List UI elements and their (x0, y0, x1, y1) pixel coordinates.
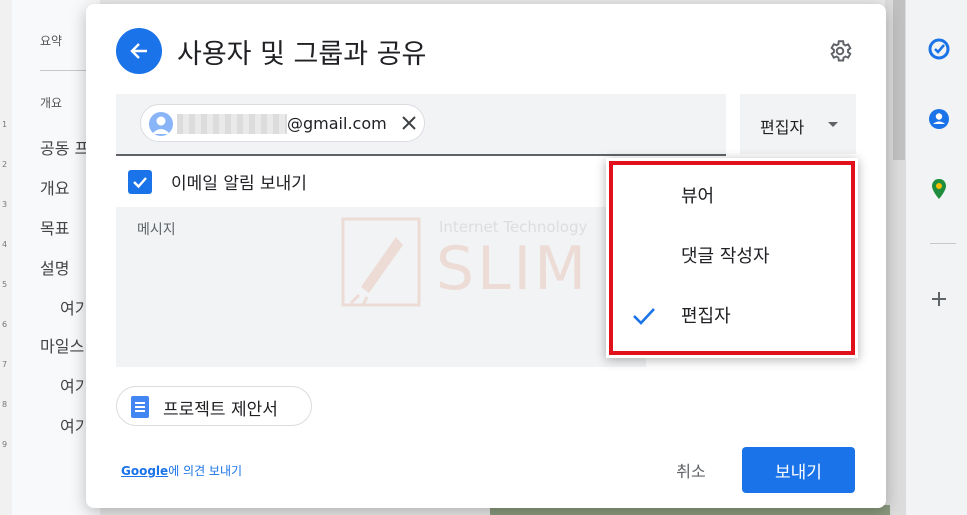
menu-item-editor[interactable]: 편집자 (609, 288, 855, 344)
recipient-chip[interactable]: @gmail.com (140, 104, 425, 142)
feedback-link[interactable]: Google에 의견 보내기 (121, 462, 242, 479)
maps-icon[interactable] (928, 178, 950, 200)
ruler-number: 7 (2, 360, 8, 369)
feedback-text: 에 의견 보내기 (168, 464, 243, 478)
menu-item-label: 편집자 (681, 306, 731, 327)
remove-recipient-button[interactable] (398, 112, 420, 134)
contacts-icon[interactable] (928, 108, 950, 130)
menu-item-commenter[interactable]: 댓글 작성자 (609, 228, 855, 284)
redacted-email-name (177, 114, 287, 134)
tasks-icon[interactable] (928, 38, 950, 60)
docs-icon (131, 396, 149, 418)
dialog-title: 사용자 및 그룹과 공유 (177, 39, 427, 70)
ruler-number: 4 (2, 240, 8, 249)
message-placeholder: 메시지 (137, 222, 176, 238)
side-panel-divider (930, 243, 956, 244)
outline-item[interactable]: 공동 프 (40, 135, 89, 159)
role-dropdown-value: 편집자 (760, 118, 805, 137)
ruler-number: 1 (2, 120, 8, 129)
send-button[interactable]: 보내기 (742, 447, 855, 493)
menu-item-label: 뷰어 (681, 186, 715, 207)
ruler-number: 3 (2, 200, 8, 209)
check-icon (133, 177, 147, 189)
outline-item[interactable]: 개요 (40, 94, 62, 111)
watermark-brand: SLIM (436, 234, 589, 304)
document-title: 프로젝트 제안서 (163, 400, 278, 420)
outline-item[interactable]: 개요 (40, 175, 69, 199)
recipient-email: @gmail.com (287, 114, 387, 133)
scrollbar[interactable] (893, 0, 905, 160)
notify-label: 이메일 알림 보내기 (171, 174, 307, 194)
notify-checkbox[interactable] (128, 170, 152, 194)
gear-icon (830, 40, 852, 62)
outline-item[interactable]: 설명 (40, 255, 69, 279)
document-chip[interactable]: 프로젝트 제안서 (116, 386, 312, 426)
back-button[interactable] (116, 28, 162, 74)
settings-button[interactable] (826, 37, 854, 65)
ruler-number: 9 (2, 440, 8, 449)
menu-item-viewer[interactable]: 뷰어 (609, 168, 855, 224)
role-dropdown[interactable]: 편집자 (740, 94, 856, 154)
close-icon (402, 116, 416, 130)
recipient-input[interactable]: @gmail.com (116, 94, 726, 156)
outline-item[interactable]: 요약 (40, 32, 62, 49)
cancel-button[interactable]: 취소 (658, 450, 724, 490)
message-textarea[interactable]: 메시지 Internet Technology SLIM (116, 207, 646, 367)
side-panel (905, 0, 967, 515)
checkmark-icon (633, 308, 655, 325)
feedback-brand: Google (121, 464, 169, 478)
dropdown-arrow-icon (828, 122, 838, 127)
ruler-number: 6 (2, 320, 8, 329)
outline-item[interactable]: 목표 (40, 215, 69, 239)
watermark-logo: Internet Technology SLIM (341, 212, 641, 312)
arrow-back-icon (130, 43, 147, 59)
outline-item[interactable]: 마일스 (40, 333, 84, 357)
ruler-number: 8 (2, 400, 8, 409)
rocket-icon (341, 217, 421, 307)
avatar (149, 112, 173, 136)
menu-item-label: 댓글 작성자 (681, 246, 770, 267)
ruler-number: 5 (2, 280, 8, 289)
ruler-number: 2 (2, 160, 8, 169)
add-icon[interactable] (928, 288, 950, 310)
